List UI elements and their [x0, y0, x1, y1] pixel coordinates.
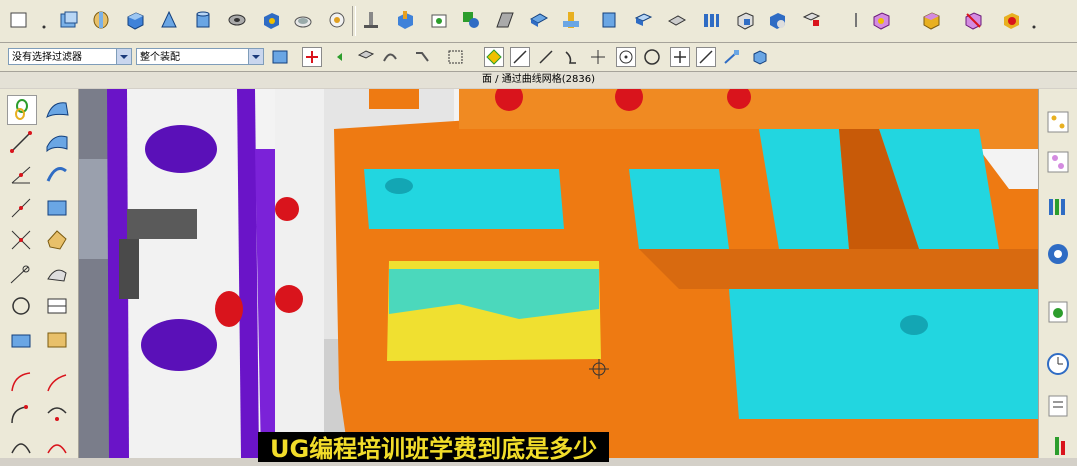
- tangent-snap-icon[interactable]: [562, 47, 582, 67]
- slot-icon[interactable]: [528, 9, 550, 31]
- through-curves-icon[interactable]: [44, 195, 70, 221]
- pad-icon[interactable]: [494, 9, 516, 31]
- split-body-icon[interactable]: [666, 9, 688, 31]
- block-icon[interactable]: [124, 9, 146, 31]
- toolbar-grip-icon[interactable]: [852, 9, 860, 31]
- center-snap-icon[interactable]: [616, 47, 636, 67]
- offset-face-icon[interactable]: [800, 9, 822, 31]
- history-icon[interactable]: [1045, 299, 1071, 325]
- clock-icon[interactable]: [1045, 351, 1071, 377]
- undo-select-icon[interactable]: [332, 47, 352, 67]
- part-snap-icon[interactable]: [750, 47, 770, 67]
- window-title: 面 / 通过曲线网格(2836): [0, 72, 1077, 88]
- chevron-down-icon[interactable]: [248, 49, 263, 64]
- mesh-surface-icon[interactable]: [44, 97, 70, 121]
- cone-icon[interactable]: [158, 9, 180, 31]
- swept-icon[interactable]: [44, 161, 70, 187]
- circle-curve-icon[interactable]: [8, 293, 34, 319]
- arc-endpoints-icon[interactable]: [44, 431, 70, 455]
- ruled-surface-icon[interactable]: [44, 129, 70, 155]
- sew-icon[interactable]: [870, 9, 892, 31]
- subtract-icon[interactable]: [734, 9, 756, 31]
- studio-surface-icon[interactable]: [44, 293, 70, 319]
- tube-icon[interactable]: [226, 9, 248, 31]
- sketch-icon[interactable]: [8, 9, 30, 31]
- curve-toolbar: [0, 89, 79, 458]
- angle-line-icon[interactable]: [8, 161, 34, 187]
- thread-icon[interactable]: [598, 9, 620, 31]
- circle-snap-icon[interactable]: [642, 47, 662, 67]
- arc-tangent-icon[interactable]: [8, 401, 34, 427]
- cross-line-icon[interactable]: [8, 227, 34, 253]
- internet-explorer-icon[interactable]: [1045, 241, 1071, 267]
- chevron-down-icon[interactable]: [116, 49, 131, 64]
- bounded-plane-icon[interactable]: [44, 261, 70, 287]
- vertex-snap-icon[interactable]: [484, 47, 504, 67]
- rectangle-select-icon[interactable]: [446, 47, 466, 67]
- face-select-icon[interactable]: [356, 47, 376, 67]
- assembly-navigator-icon[interactable]: [1045, 109, 1071, 135]
- hole-icon[interactable]: [394, 9, 416, 31]
- roles-icon[interactable]: [1045, 393, 1071, 419]
- slash-snap-icon[interactable]: [696, 47, 716, 67]
- bridge-curve-icon[interactable]: [44, 369, 70, 395]
- patch-icon[interactable]: [920, 9, 942, 31]
- type-filter-value: 没有选择过滤器: [12, 52, 82, 63]
- line-snap-icon[interactable]: [510, 47, 530, 67]
- intersect-icon[interactable]: [766, 9, 788, 31]
- arc-center-icon[interactable]: [44, 401, 70, 427]
- graphics-viewport[interactable]: [79, 89, 1039, 458]
- extrude-icon[interactable]: [58, 9, 80, 31]
- groove-icon[interactable]: [560, 9, 582, 31]
- part-navigator-icon[interactable]: [1045, 193, 1071, 219]
- selection-scope-dropdown[interactable]: 整个装配: [136, 48, 264, 65]
- view-snap-icon[interactable]: [722, 47, 742, 67]
- palette-icon[interactable]: [1045, 433, 1071, 455]
- pocket-icon[interactable]: [460, 9, 482, 31]
- shell-icon[interactable]: [292, 9, 314, 31]
- move-face-icon[interactable]: [962, 9, 984, 31]
- point-line-icon[interactable]: [8, 195, 34, 221]
- cad-model-render: [79, 89, 1039, 458]
- toolbar-grip-icon[interactable]: [1030, 9, 1038, 31]
- arc-icon[interactable]: [8, 369, 34, 395]
- resource-bar: [1038, 89, 1077, 458]
- chamfer-icon[interactable]: [360, 9, 382, 31]
- body-select-icon[interactable]: [412, 47, 432, 67]
- mirror-icon[interactable]: [1000, 9, 1022, 31]
- offset-curve-icon[interactable]: [8, 327, 36, 353]
- lasso-select-icon[interactable]: [7, 95, 37, 125]
- constraint-navigator-icon[interactable]: [1045, 149, 1071, 175]
- filter-settings-icon[interactable]: [270, 47, 290, 67]
- arc-3point-icon[interactable]: [8, 431, 34, 455]
- main-toolbar: [0, 0, 1077, 43]
- sphere-icon[interactable]: [260, 9, 282, 31]
- n-sided-surface-icon[interactable]: [44, 227, 70, 253]
- cylinder-icon[interactable]: [192, 9, 214, 31]
- edge-blend-icon[interactable]: [326, 9, 348, 31]
- cross-snap-icon[interactable]: [588, 47, 608, 67]
- selection-toolbar: 没有选择过滤器 整个装配: [0, 43, 1077, 72]
- extension-surface-icon[interactable]: [44, 327, 70, 353]
- line-icon[interactable]: [8, 129, 34, 155]
- toolbar-grip-icon[interactable]: [40, 9, 48, 31]
- point-snap-icon[interactable]: [670, 47, 690, 67]
- curve-select-icon[interactable]: [380, 47, 400, 67]
- arc-snap-icon[interactable]: [536, 47, 556, 67]
- trim-body-icon[interactable]: [632, 9, 654, 31]
- boss-icon[interactable]: [428, 9, 450, 31]
- tangent-line-icon[interactable]: [8, 261, 34, 287]
- type-filter-dropdown[interactable]: 没有选择过滤器: [8, 48, 132, 65]
- select-all-icon[interactable]: [302, 47, 322, 67]
- revolve-icon[interactable]: [90, 9, 112, 31]
- unite-icon[interactable]: [700, 9, 722, 31]
- selection-scope-value: 整个装配: [140, 52, 180, 63]
